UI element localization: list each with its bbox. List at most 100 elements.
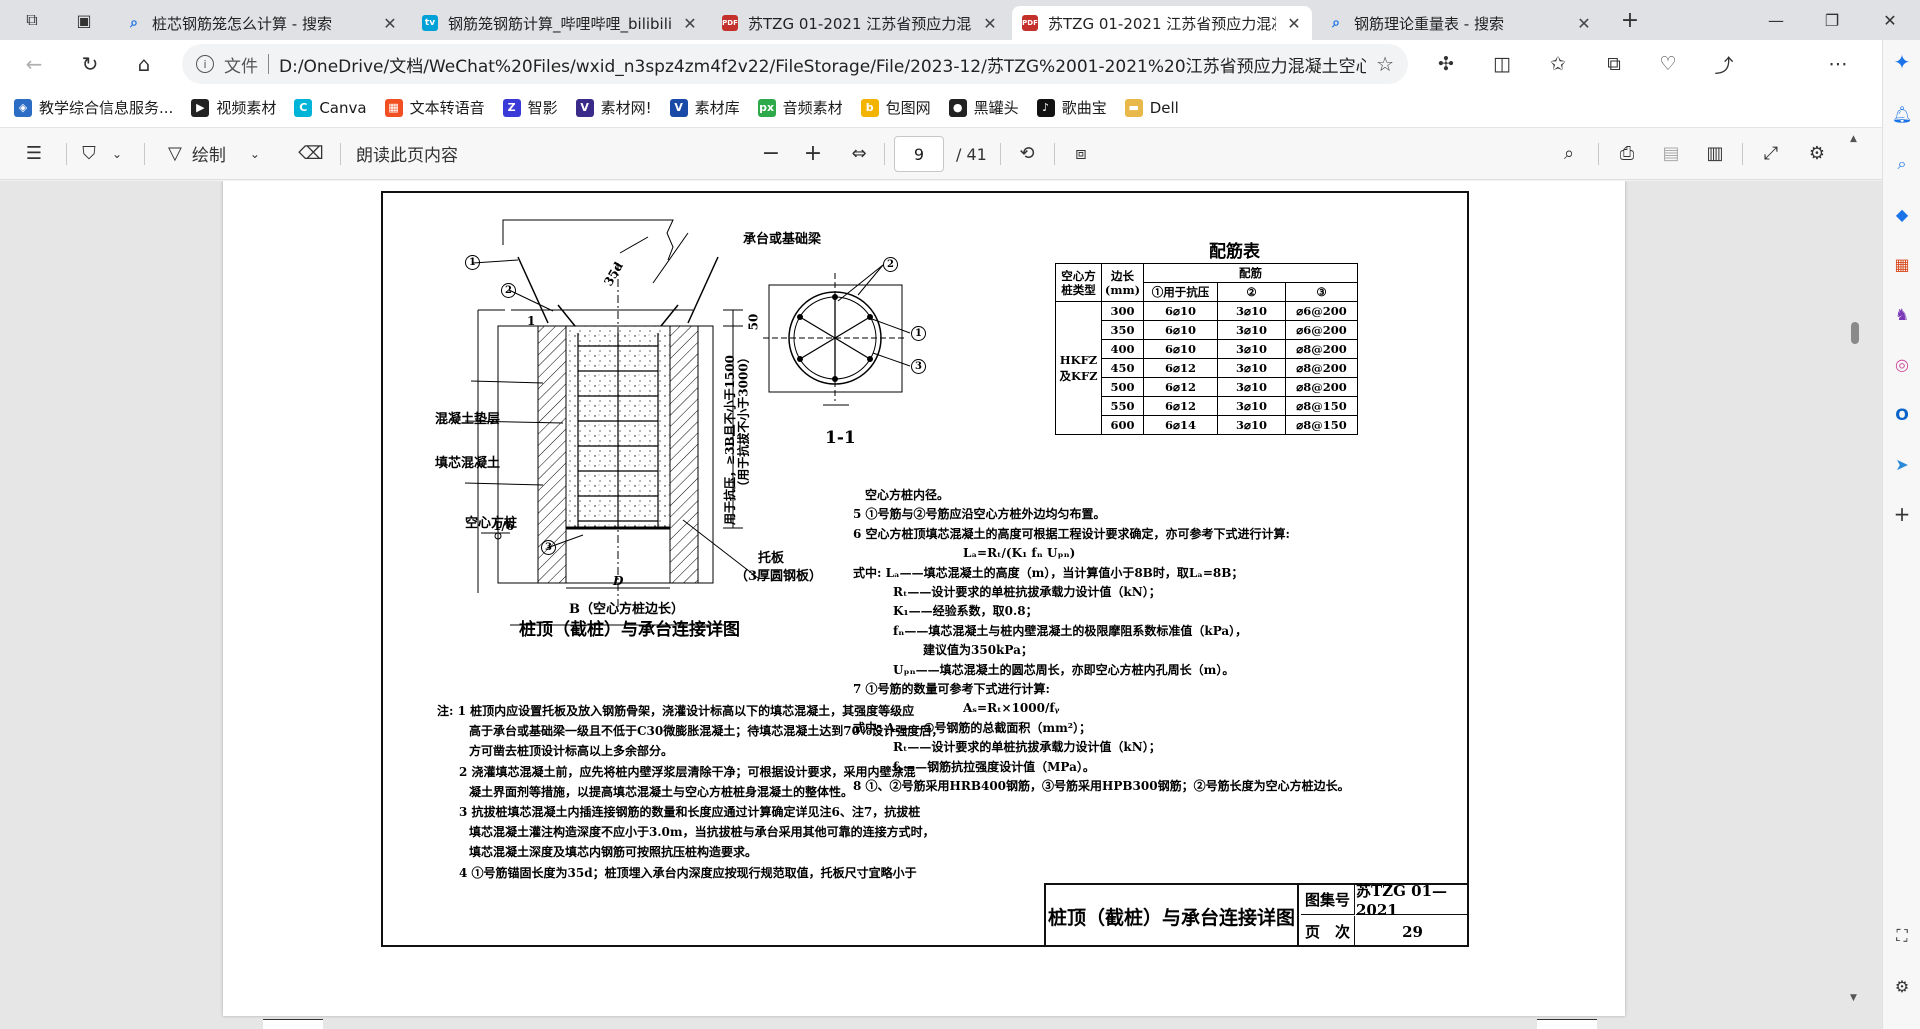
table-row: 450 6⌀12 3⌀10 ⌀8@200 (1056, 358, 1358, 378)
zoom-out-button[interactable]: − (756, 134, 786, 174)
table-cell: 550 (1101, 396, 1144, 416)
extensions-icon[interactable]: ✣ (1424, 44, 1468, 84)
fullscreen-icon[interactable]: ⤢ (1756, 134, 1786, 174)
send-icon[interactable]: ➤ (1890, 452, 1914, 476)
favorite-item[interactable]: C Canva (294, 98, 367, 117)
zoom-in-button[interactable]: + (798, 134, 828, 174)
table-row: 500 6⌀12 3⌀10 ⌀8@200 (1056, 377, 1358, 397)
settings-gear-icon[interactable]: ⚙ (1890, 974, 1914, 998)
new-tab-button[interactable]: + (1610, 0, 1650, 40)
tab-title: 苏TZG 01-2021 江苏省预应力混凝 (1048, 14, 1276, 33)
favorites-icon[interactable]: ✩ (1536, 44, 1580, 84)
settings-gear-icon[interactable]: ⚙ (1802, 134, 1832, 174)
favorite-star-icon[interactable]: ☆ (1376, 52, 1394, 76)
pdf-viewer[interactable]: 承台或基础梁 35d 50 用于抗压，≥3B且不小于1500 （用于抗拔不小于3… (0, 181, 1882, 1029)
tab-search-1[interactable]: ⌕ 桩芯钢筋笼怎么计算 - 搜索 ✕ (116, 6, 408, 40)
page-value: 29 (1402, 922, 1423, 941)
atlas-value: 苏TZG 01—2021 (1356, 882, 1469, 919)
note-line: fₙ——填芯混凝土与桩内壁混凝土的极限摩阻系数标准值（kPa）， (893, 623, 1248, 638)
favorite-item[interactable]: Z 智影 (502, 97, 558, 118)
table-cell: ⌀8@200 (1285, 339, 1358, 359)
scroll-down-arrow-icon[interactable]: ▼ (1850, 993, 1857, 1003)
note-line: 方可凿去桩顶设计标高以上多余部分。 (469, 744, 674, 759)
favorite-item[interactable]: V 素材网! (575, 97, 652, 118)
share-icon[interactable]: ⤴ (1702, 44, 1746, 84)
favorite-item[interactable]: px 音频素材 (757, 97, 843, 118)
page-number-input[interactable]: 9 (894, 136, 944, 172)
table-of-contents-icon[interactable]: ☰ (16, 134, 52, 174)
rotate-icon[interactable]: ⟲ (1012, 134, 1042, 174)
tab-title: 钢筋笼钢筋计算_哔哩哔哩_bilibili (448, 14, 672, 33)
table-row: 350 6⌀10 3⌀10 ⌀6@200 (1056, 320, 1358, 340)
fit-to-width-icon[interactable]: ⇔ (844, 134, 874, 174)
save-icon[interactable]: ▤ (1656, 134, 1686, 174)
more-menu-icon[interactable]: ⋯ (1816, 44, 1860, 84)
copilot-icon[interactable]: ✦ (1890, 50, 1914, 74)
url-text[interactable]: D:/OneDrive/文档/WeChat%20Files/wxid_n3spz… (279, 52, 1366, 77)
shopping-tag-icon[interactable]: ◆ (1890, 202, 1914, 226)
tab-pdf-active[interactable]: PDF 苏TZG 01-2021 江苏省预应力混凝 ✕ (1012, 6, 1312, 40)
search-icon[interactable]: ⌕ (1890, 152, 1914, 176)
minimize-button[interactable]: — (1748, 0, 1804, 40)
eraser-icon[interactable]: ⌫ (296, 134, 326, 174)
refresh-button[interactable]: ↻ (68, 44, 112, 84)
home-button[interactable]: ⌂ (122, 44, 166, 84)
collections-icon[interactable]: ⧉ (1592, 44, 1636, 84)
favorite-item[interactable]: V 素材库 (669, 97, 740, 118)
note-line: Aₛ=Rₜ×1000/fᵧ (963, 701, 1060, 716)
save-as-icon[interactable]: ▥ (1700, 134, 1730, 174)
workspaces-icon[interactable]: ⧉ (12, 0, 52, 40)
split-screen-icon[interactable]: ◫ (1480, 44, 1524, 84)
page-view-icon[interactable]: ⧈ (1066, 134, 1096, 174)
search-icon[interactable]: ⌕ (1554, 134, 1584, 174)
marker-1-section: 1 (911, 326, 926, 341)
add-icon[interactable]: + (1890, 502, 1914, 526)
tools-icon[interactable]: ▦ (1890, 252, 1914, 276)
address-bar[interactable]: i 文件 D:/OneDrive/文档/WeChat%20Files/wxid_… (182, 44, 1408, 84)
close-icon[interactable]: ✕ (982, 14, 998, 33)
tab-bilibili[interactable]: tv 钢筋笼钢筋计算_哔哩哔哩_bilibili ✕ (412, 6, 708, 40)
scroll-up-arrow-icon[interactable]: ▲ (1850, 134, 1857, 144)
info-icon[interactable]: i (196, 55, 214, 73)
read-aloud-button[interactable]: 朗读此页内容 (356, 134, 476, 174)
table-cell: 3⌀10 (1217, 301, 1286, 321)
table-header-r2: ② (1217, 282, 1286, 302)
restore-button[interactable]: ❐ (1804, 0, 1860, 40)
microsoft365-icon[interactable]: ◎ (1890, 352, 1914, 376)
close-icon[interactable]: ✕ (382, 14, 398, 33)
favorite-label: 素材库 (694, 99, 740, 117)
tab-title: 钢筋理论重量表 - 搜索 (1354, 14, 1504, 33)
close-icon[interactable]: ✕ (1286, 14, 1302, 33)
favorite-item[interactable]: ▶ 视频素材 (191, 97, 276, 118)
favorite-item[interactable]: ▦ 文本转语音 (384, 97, 485, 118)
cap-label: 承台或基础梁 (743, 232, 822, 247)
scroll-thumb[interactable] (1851, 322, 1859, 344)
tab-search-2[interactable]: ⌕ 钢筋理论重量表 - 搜索 ✕ (1318, 6, 1602, 40)
close-icon[interactable]: ✕ (682, 14, 698, 33)
favorite-item[interactable]: ♪ 歌曲宝 (1036, 97, 1107, 118)
browser-essentials-icon[interactable]: ♡ (1646, 44, 1690, 84)
close-icon[interactable]: ✕ (1576, 14, 1592, 33)
note-line: K₁——经验系数，取0.8； (893, 604, 1038, 619)
back-button[interactable]: ← (12, 44, 56, 84)
favorite-item[interactable]: ● 黑罐头 (948, 97, 1019, 118)
chevron-down-icon[interactable]: ⌄ (106, 134, 128, 174)
px-icon: px (757, 98, 776, 117)
notification-bell-icon[interactable]: 🔔︎ (1890, 102, 1914, 126)
favorite-item[interactable]: ▬ Dell (1124, 98, 1179, 117)
draw-button[interactable]: ▽ 绘制 ⌄ (168, 134, 288, 174)
table-header-r3: ③ (1285, 282, 1358, 302)
favorite-item[interactable]: ◈ 教学综合信息服务... (14, 97, 173, 118)
tab-pdf-1[interactable]: PDF 苏TZG 01-2021 江苏省预应力混凝 ✕ (712, 6, 1008, 40)
outlook-icon[interactable]: O (1890, 402, 1914, 426)
vertical-scrollbar[interactable]: ▲ ▼ (1848, 128, 1862, 1029)
close-window-button[interactable]: ✕ (1862, 0, 1918, 40)
games-icon[interactable]: ♞ (1890, 302, 1914, 326)
table-cell: 6⌀10 (1143, 301, 1218, 321)
highlight-icon[interactable]: ⛉ (74, 134, 104, 174)
note-line: 5 ①号筋与②号筋应沿空心方桩外边均匀布置。 (853, 507, 1106, 522)
print-icon[interactable]: ⎙ (1612, 134, 1642, 174)
vertical-tabs-icon[interactable]: ▣ (64, 0, 104, 40)
favorite-item[interactable]: b 包图网 (860, 97, 931, 118)
screenshot-icon[interactable]: ⛶ (1890, 924, 1914, 948)
